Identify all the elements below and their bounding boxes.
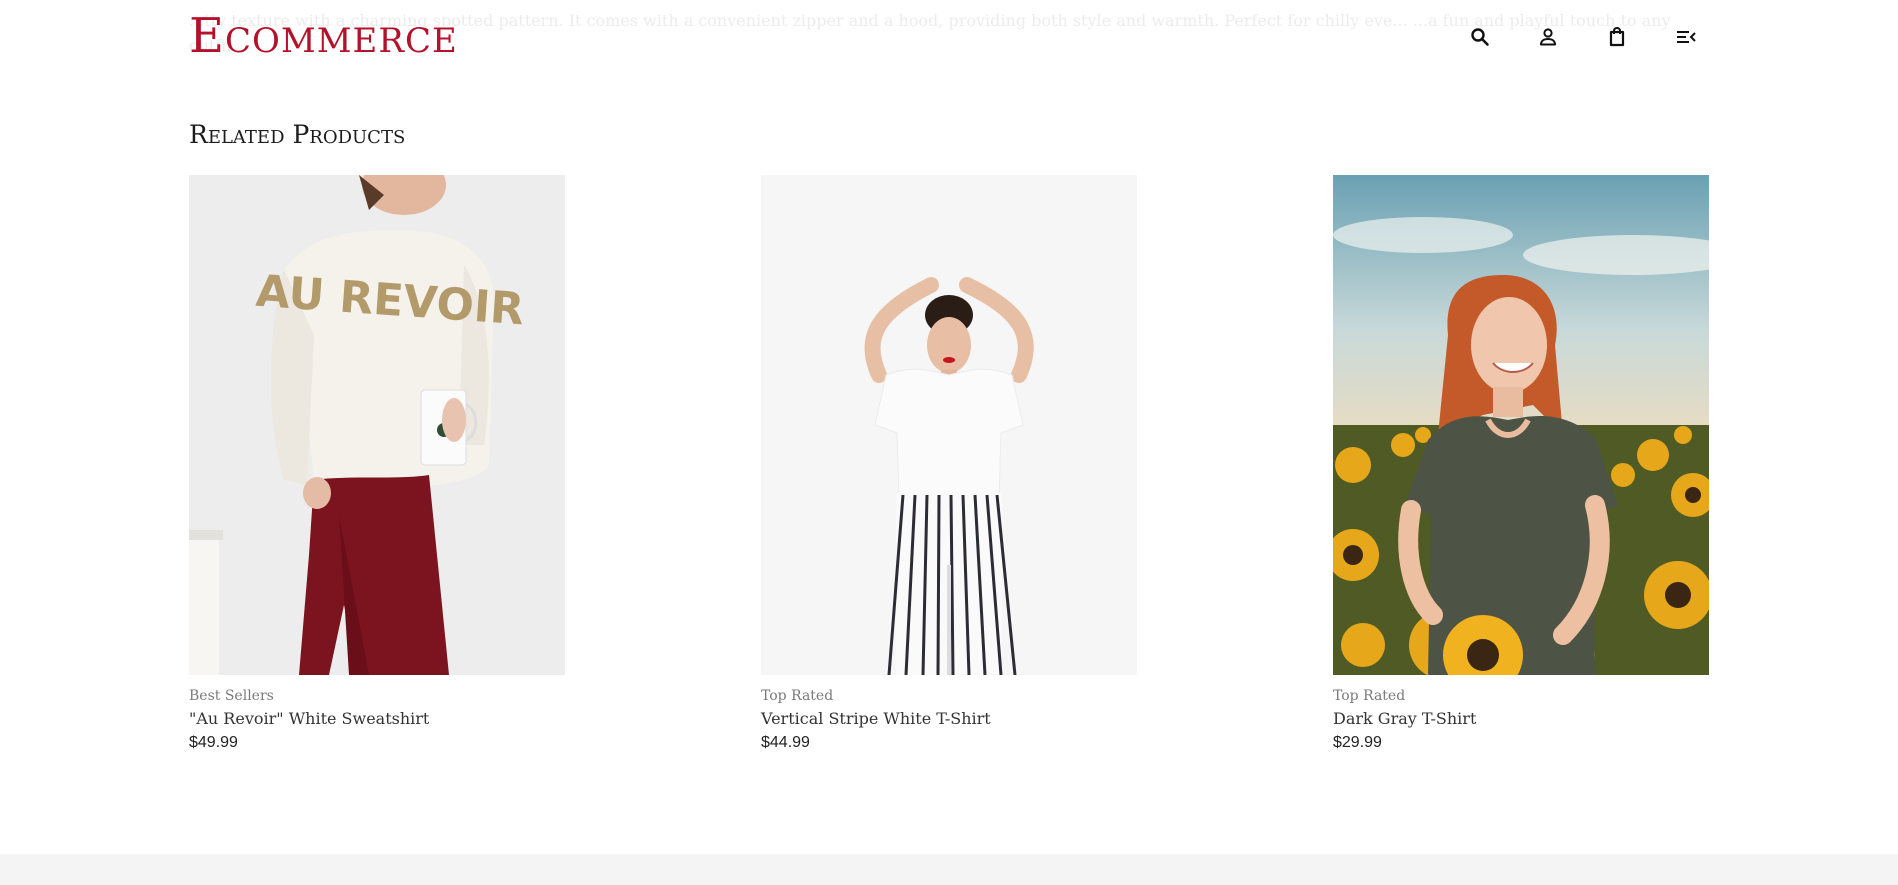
product-category: Top Rated	[1333, 688, 1406, 704]
search-button[interactable]	[1465, 22, 1495, 52]
product-image-stripe-tshirt[interactable]	[761, 175, 1137, 675]
product-card[interactable]: Top Rated Vertical Stripe White T-Shirt …	[761, 175, 1137, 754]
product-category: Top Rated	[761, 688, 834, 704]
product-category: Best Sellers	[189, 688, 274, 704]
product-name[interactable]: "Au Revoir" White Sweatshirt	[189, 708, 565, 730]
site-logo[interactable]: Ecommerce	[189, 8, 458, 64]
product-image-sweatshirt[interactable]: AU REVOIR	[189, 175, 565, 675]
product-price: $29.99	[1333, 734, 1382, 751]
product-price: $44.99	[761, 734, 810, 751]
product-name[interactable]: Vertical Stripe White T-Shirt	[761, 708, 1137, 730]
related-products-title: Related Products	[189, 120, 406, 149]
footer	[0, 854, 1898, 885]
cart-button[interactable]	[1602, 22, 1632, 52]
product-image-gray-tshirt[interactable]	[1333, 175, 1709, 675]
account-icon	[1540, 28, 1556, 46]
search-icon	[1471, 28, 1489, 46]
product-card[interactable]: AU REVOIR Best Sellers "Au Revoir" White…	[189, 175, 565, 754]
menu-icon	[1677, 31, 1696, 43]
account-button[interactable]	[1533, 22, 1563, 52]
product-name[interactable]: Dark Gray T-Shirt	[1333, 708, 1709, 730]
bag-icon	[1609, 26, 1625, 47]
product-price: $49.99	[189, 734, 238, 751]
site-header: Ecommerce	[0, 0, 1898, 74]
product-card[interactable]: Top Rated Dark Gray T-Shirt $29.99	[1333, 175, 1709, 754]
menu-button[interactable]	[1671, 22, 1701, 52]
